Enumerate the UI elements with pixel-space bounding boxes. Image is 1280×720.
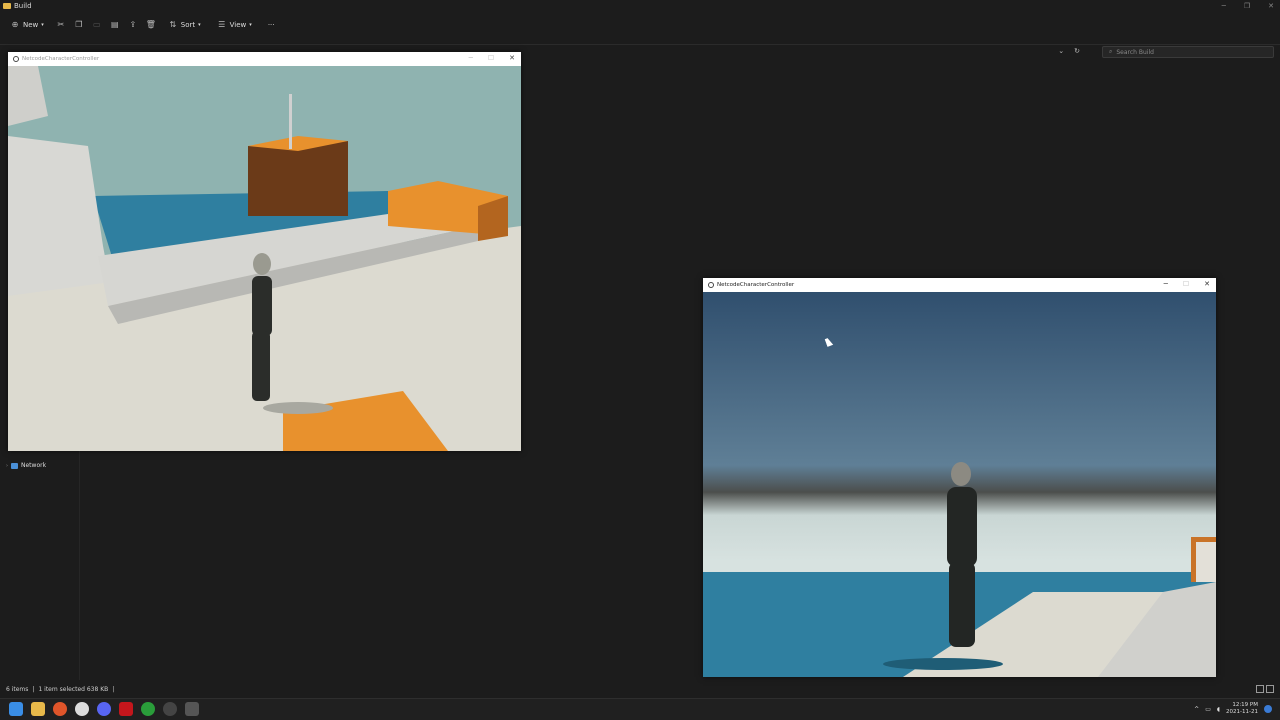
- unity-player-icon[interactable]: [185, 702, 199, 716]
- network-icon: [11, 462, 18, 469]
- explorer-titlebar: Build: [0, 0, 1280, 12]
- chevron-right-icon[interactable]: ›: [6, 463, 8, 469]
- chevron-down-icon[interactable]: ⌄: [1058, 47, 1064, 55]
- share-icon[interactable]: ⇪: [128, 20, 138, 30]
- folder-icon: [3, 3, 11, 9]
- start-icon[interactable]: [9, 702, 23, 716]
- details-view-icon[interactable]: [1256, 685, 1264, 693]
- explorer-title: Build: [14, 2, 32, 10]
- explorer-toolbar: ⊕ New ▾ ✂ ❐ ▭ ▤ ⇪ 🗑 ⇅ Sort ▾ ☰ View ▾ ··…: [6, 16, 279, 34]
- sort-icon: ⇅: [169, 20, 177, 29]
- discord-icon[interactable]: [97, 702, 111, 716]
- close-icon[interactable]: ✕: [509, 54, 515, 62]
- notification-icon[interactable]: [1264, 705, 1272, 713]
- explorer-window-controls: ─ ❐ ✕: [1222, 2, 1274, 10]
- system-tray: ^ ▭ ◖ 12:19 PM 2021-11-21: [1194, 702, 1258, 716]
- minimize-icon[interactable]: ─: [469, 54, 473, 62]
- game-viewport[interactable]: [703, 292, 1216, 677]
- window-controls: ─ ☐ ✕: [1164, 280, 1210, 288]
- view-button[interactable]: ☰ View ▾: [213, 18, 256, 32]
- chevron-down-icon: ▾: [198, 22, 201, 28]
- app-red-icon[interactable]: [119, 702, 133, 716]
- chevron-down-icon: ▾: [41, 22, 44, 28]
- minimize-icon[interactable]: ─: [1164, 280, 1168, 288]
- view-icon: ☰: [218, 20, 226, 29]
- restore-icon[interactable]: ❐: [1244, 2, 1250, 10]
- close-icon[interactable]: ✕: [1204, 280, 1210, 288]
- new-button[interactable]: ⊕ New ▾: [6, 18, 48, 32]
- game-window-title: NetcodeCharacterController: [22, 56, 100, 62]
- unity-icon: [13, 56, 19, 62]
- taskbar: ^ ▭ ◖ 12:19 PM 2021-11-21: [0, 698, 1280, 720]
- status-divider: |: [112, 686, 115, 693]
- search-input[interactable]: ⌕ Search Build: [1102, 46, 1274, 58]
- copy-icon[interactable]: ❐: [74, 20, 84, 30]
- chevron-up-icon[interactable]: ^: [1194, 706, 1199, 713]
- game-scene-2: [703, 292, 1216, 677]
- unity-hub-icon[interactable]: [163, 702, 177, 716]
- search-icon: ⌕: [1109, 48, 1113, 55]
- volume-icon[interactable]: ◖: [1217, 706, 1220, 713]
- game-window-title: NetcodeCharacterController: [717, 282, 795, 288]
- more-button[interactable]: ···: [264, 19, 279, 31]
- maximize-icon[interactable]: ☐: [488, 54, 494, 62]
- sort-button[interactable]: ⇅ Sort ▾: [164, 18, 205, 32]
- rename-icon[interactable]: ▤: [110, 20, 120, 30]
- status-item-count: 6 items: [6, 686, 29, 693]
- cut-icon[interactable]: ✂: [56, 20, 66, 30]
- xbox-icon[interactable]: [141, 702, 155, 716]
- chevron-down-icon: ▾: [249, 22, 252, 28]
- game-window-1: NetcodeCharacterController ─ ☐ ✕: [8, 52, 521, 451]
- game-window-titlebar: NetcodeCharacterController ─ ☐ ✕: [8, 52, 521, 66]
- view-toggles: [1256, 685, 1274, 693]
- nav-item-network[interactable]: › Network: [6, 462, 46, 469]
- unity-icon: [708, 282, 714, 288]
- game-window-2: NetcodeCharacterController ─ ☐ ✕: [703, 278, 1216, 677]
- game-window-titlebar: NetcodeCharacterController ─ ☐ ✕: [703, 278, 1216, 292]
- status-divider: |: [32, 686, 35, 693]
- desktop: Build ─ ❐ ✕ ⊕ New ▾ ✂ ❐ ▭ ▤ ⇪ 🗑 ⇅ Sort ▾: [0, 0, 1280, 720]
- maximize-icon[interactable]: ☐: [1183, 280, 1189, 288]
- tiles-view-icon[interactable]: [1266, 685, 1274, 693]
- delete-icon[interactable]: 🗑: [146, 20, 156, 30]
- paste-icon[interactable]: ▭: [92, 20, 102, 30]
- status-selection: 1 item selected 638 KB: [38, 686, 109, 693]
- close-icon[interactable]: ✕: [1268, 2, 1274, 10]
- chrome-icon[interactable]: [75, 702, 89, 716]
- firefox-icon[interactable]: [53, 702, 67, 716]
- window-controls: ─ ☐ ✕: [469, 54, 515, 62]
- status-bar: 6 items | 1 item selected 638 KB |: [6, 686, 114, 693]
- clock[interactable]: 12:19 PM 2021-11-21: [1226, 702, 1258, 716]
- game-viewport[interactable]: [8, 66, 521, 451]
- network-tray-icon[interactable]: ▭: [1205, 706, 1211, 713]
- game-scene-1: [8, 66, 521, 451]
- address-tools: ⌄ ↻: [1058, 47, 1080, 55]
- refresh-icon[interactable]: ↻: [1074, 47, 1080, 55]
- file-explorer-icon[interactable]: [31, 702, 45, 716]
- plus-icon: ⊕: [11, 20, 19, 29]
- minimize-icon[interactable]: ─: [1222, 2, 1226, 10]
